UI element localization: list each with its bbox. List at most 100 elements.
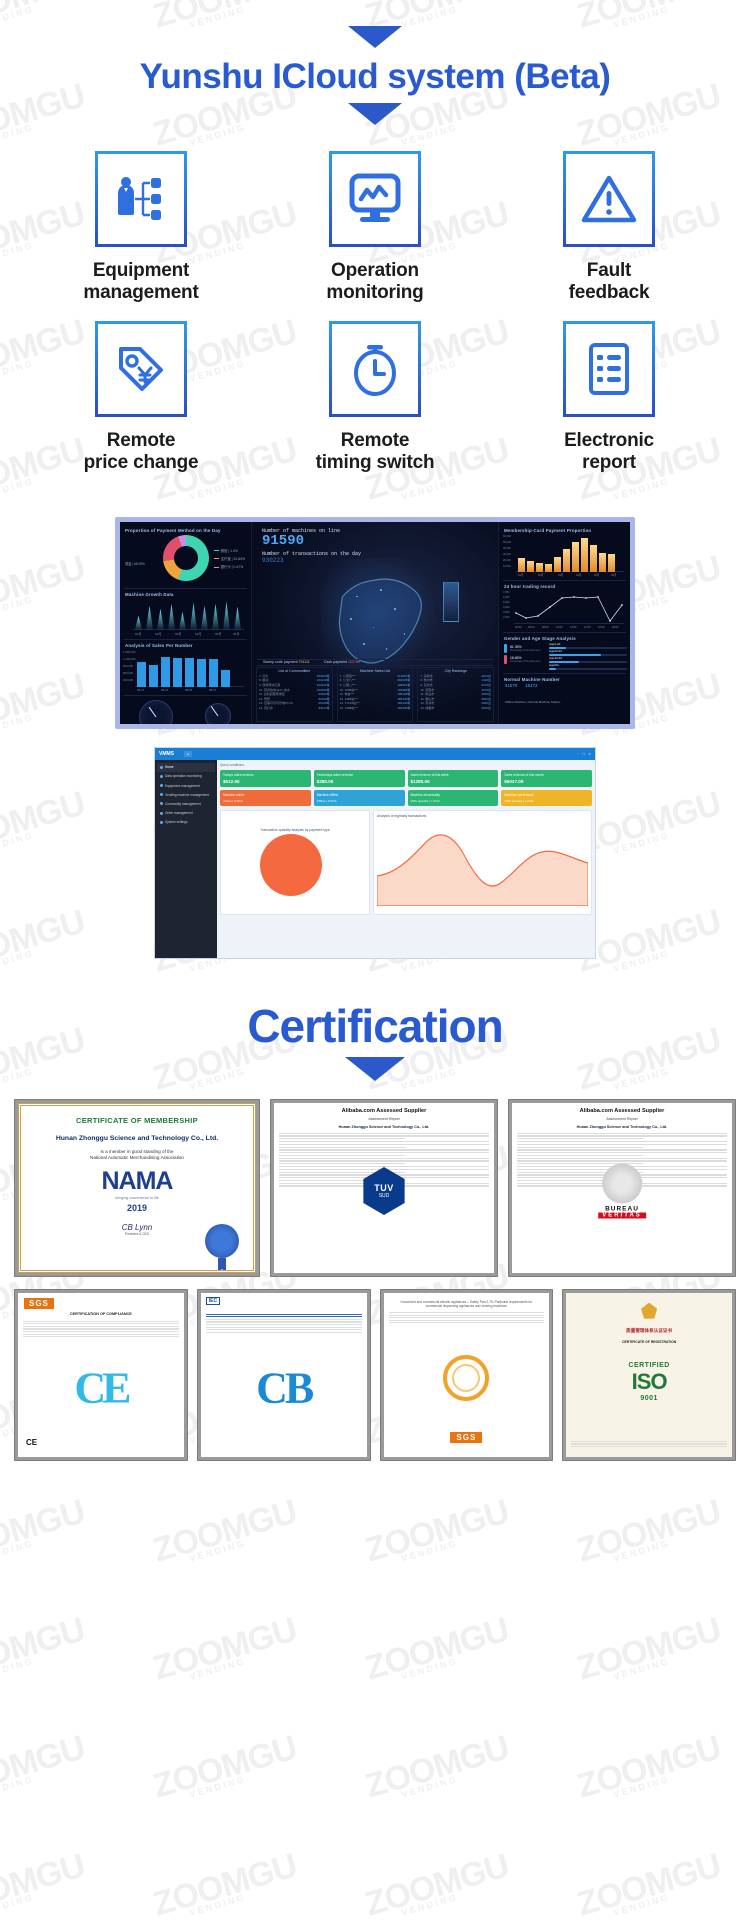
sidebar-item-system-settings[interactable]: System settings <box>157 818 215 827</box>
iec-logo: IEC <box>205 1296 221 1305</box>
trading-record-chart: 7,000 6,000 5,000 4,000 3,000 2,000 00:0… <box>503 591 624 629</box>
eightday-area-card: Analysis of eightday transactions <box>373 809 592 915</box>
iso-title: CERTIFICATE OF REGISTRATION <box>622 1339 677 1344</box>
sgs-logo: SGS <box>24 1297 54 1309</box>
certificates-section: CERTIFICATE OF MEMBERSHIP Hunan Zhonggu … <box>0 1098 750 1461</box>
watermark: ZOOMGUVENDING <box>148 1728 301 1806</box>
sales-per-number-title: Analysis of Sales Per Number <box>125 642 193 648</box>
city-rankings-list: City Rankings 7. 深圳市 4201台 8. 杭州市 4110台 9.… <box>417 666 495 722</box>
machines-online-value: 91590 <box>262 532 305 549</box>
sidebar-item-home[interactable]: Home <box>157 762 215 772</box>
watermark: ZOOMGUVENDING <box>572 1610 725 1688</box>
sidebar-item-equipment-management[interactable]: Equipment management <box>157 781 215 790</box>
nama-company: Hunan Zhonggu Science and Technology Co.… <box>55 1134 219 1142</box>
stopwatch-icon <box>329 320 421 417</box>
machine-growth-title: Machine Growth Data <box>125 591 174 597</box>
arrow-down-top-icon <box>348 26 402 48</box>
commodity-icon <box>160 802 163 806</box>
sidebar-item-order-management[interactable]: Order management <box>157 809 215 818</box>
arrow-down-bottom-icon <box>348 103 402 125</box>
monitor-chart-icon <box>329 151 421 247</box>
sidebar-item-data-operation-monitoring[interactable]: Data operation monitoring <box>157 772 215 781</box>
certification-header: Certification <box>0 999 750 1081</box>
machine-sales-list: Machine Sales List 7. 公寓四*** 212667笔 8. 公… <box>336 666 414 722</box>
watermark: ZOOMGUVENDING <box>572 1846 725 1920</box>
payment-type-pie-title: Transaction quantity analysis by payment… <box>260 828 330 833</box>
feature-remote-timing-switch[interactable]: Remote timing switch <box>258 320 492 475</box>
vmms-titlebar: VMMS ● − ☐ ✕ <box>155 747 595 760</box>
kpi-machine-online: Machine online Online | 3 PCS <box>220 789 311 806</box>
feature-label: Fault feedback <box>568 260 650 304</box>
ce-title: CERTIFICATION OF COMPLIANCE <box>69 1311 132 1316</box>
sgs-ring-icon <box>443 1354 490 1401</box>
gauge-row: Number of current transactions (/piece) … <box>123 699 248 724</box>
payment-type-pie-card: Transaction quantity analysis by payment… <box>220 809 370 915</box>
feature-fault-feedback[interactable]: Fault feedback <box>492 151 726 305</box>
kpi-today-revenue: Todays sales revenue $512.00 <box>220 769 311 787</box>
eightday-area-title: Analysis of eightday transactions <box>377 813 427 818</box>
watermark: ZOOMGUVENDING <box>0 784 89 862</box>
gender-female: 18.65% Percentage of the total users <box>504 654 544 664</box>
nama-body: is a member in good standing of the Nati… <box>90 1148 184 1161</box>
sidebar-item-commodity-management[interactable]: Commodity management <box>157 799 215 808</box>
dashboard-center-column: Number of machines on line 91590 Number … <box>252 521 498 724</box>
iso-gold-icon <box>641 1302 658 1319</box>
vmms-window-controls[interactable]: − ☐ ✕ <box>578 752 591 756</box>
feature-equipment-management[interactable]: Equipment management <box>24 151 258 305</box>
feature-label: Equipment management <box>83 260 199 304</box>
monitor-icon <box>160 774 163 778</box>
payment-donut-chart <box>162 534 209 581</box>
payment-type-pie <box>260 834 323 897</box>
vending-icon <box>160 793 163 797</box>
feature-label: Remote timing switch <box>315 429 435 474</box>
sidebar-item-vending-machine-management[interactable]: Vending machine management <box>157 790 215 799</box>
breadcrumb: Query conditions <box>220 762 244 767</box>
bv-emblem-icon <box>602 1163 642 1204</box>
certificate-sgs: Household and commercial electric applia… <box>379 1288 554 1461</box>
gender-age-title: Gender and Age Stage Analysis <box>504 635 576 641</box>
certificate-cb: IEC CB <box>196 1288 371 1461</box>
sgs-badge: SGS <box>450 1431 483 1443</box>
feature-label: Remote price change <box>83 429 199 474</box>
vmms-logo: VMMS <box>159 750 174 757</box>
nama-title: CERTIFICATE OF MEMBERSHIP <box>76 1115 198 1125</box>
vmms-tabs[interactable]: ● <box>184 750 193 757</box>
nama-logo: NAMA <box>101 1166 174 1195</box>
kpi-machine-abnormality: Machine abnormality VMC quantity | 1 PCS <box>407 789 499 806</box>
iso-body-lines <box>571 1439 727 1448</box>
nama-tagline: bringing convenience to life <box>115 1195 159 1200</box>
watermark: ZOOMGUVENDING <box>0 548 89 626</box>
kpi-machine-offline: Machine offline Offline | 0 PCS <box>313 789 405 806</box>
ce-body-lines <box>23 1320 179 1338</box>
feature-remote-price-change[interactable]: Remote price change <box>24 320 258 475</box>
alibaba-tuv-subheader: Assessment Report <box>368 1116 400 1121</box>
kpi-machine-out-of-stock: Machine out of stock VMC quantity | 1 PC… <box>501 789 592 806</box>
sweep-code-payment: Sweep code payment 791111 <box>263 660 310 665</box>
nama-seal-icon <box>205 1223 239 1258</box>
watermark: ZOOMGUVENDING <box>148 1610 301 1688</box>
certificate-nama: CERTIFICATE OF MEMBERSHIP Hunan Zhonggu … <box>14 1098 260 1277</box>
feature-label: Electronic report <box>564 429 654 474</box>
feature-label: Operation monitoring <box>326 260 424 304</box>
gear-icon <box>160 820 163 824</box>
trading-record-title: 24 hour trading record <box>504 583 556 589</box>
donut-legend: 微信 | 1.4% 支付宝 | 31.84% 银行卡 | 0.47% <box>213 547 245 572</box>
feature-operation-monitoring[interactable]: Operation monitoring <box>258 151 492 305</box>
watermark: ZOOMGUVENDING <box>0 666 89 744</box>
sales-per-number-chart: 1,500,000 1,200,000 900,000 600,000 300,… <box>123 650 244 692</box>
sgs-body-lines <box>388 1311 545 1324</box>
machine-growth-chart: 01月 02月 03月 04月 05月 06月 <box>133 598 244 636</box>
nama-year: 2019 <box>126 1202 148 1213</box>
transactions-gauge: Number of current transactions (/piece) <box>128 699 183 724</box>
document-list-icon <box>563 320 655 417</box>
commodities-list: List of Commodities 7. 红牛 253460笔 8. 脉动 10… <box>256 666 333 722</box>
watermark: ZOOMGUVENDING <box>0 1846 89 1920</box>
ce-mark: CE <box>74 1363 131 1413</box>
feature-electronic-report[interactable]: Electronic report <box>492 320 726 475</box>
certificate-alibaba-bureau-veritas: Alibaba.com Assessed Supplier Assessment… <box>508 1098 736 1277</box>
membership-card-title: Membership-Card Payment Proportion <box>504 527 592 533</box>
cloud-dashboard-screenshot: Proportion of Payment Method on the Day … <box>115 516 635 729</box>
kpi-row-revenue: Todays sales revenue $512.00 Yesterdays … <box>220 769 592 787</box>
donut-legend-cash: 现金 | 66.29% <box>125 561 145 566</box>
dashboard-right-column: Membership-Card Payment Proportion 60,00… <box>498 521 630 724</box>
